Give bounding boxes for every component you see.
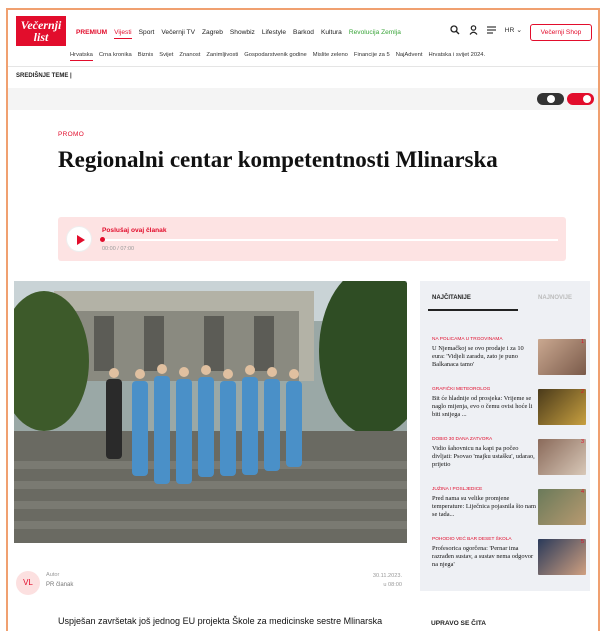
main-nav: PREMIUM Vijesti Sport Večernji TV Zagreb…	[76, 29, 401, 39]
article-date: 30.11.2023. u 08:00	[338, 572, 402, 590]
tab-underline	[428, 309, 518, 311]
subnav-item[interactable]: Hrvatska	[70, 52, 93, 61]
user-icon[interactable]	[469, 25, 478, 35]
author-label: Autor	[46, 572, 60, 578]
list-item[interactable]: NA POLICAMA U TRGOVINAMA U Njemačkoj se …	[432, 337, 590, 381]
mode-toggles	[537, 93, 594, 105]
subnav-item[interactable]: Gospodarstvenik godine	[244, 52, 307, 61]
list-item-thumbnail[interactable]	[538, 439, 586, 475]
subnav-item[interactable]: Crna kronika	[99, 52, 132, 61]
list-item-rank: 2	[580, 389, 584, 395]
list-item-title[interactable]: Profesorica ogorčena: 'Pernar ima razrađ…	[432, 545, 536, 569]
list-item-thumbnail[interactable]	[538, 539, 586, 575]
nav-item-sport[interactable]: Sport	[139, 29, 155, 39]
shop-button[interactable]: Večernji Shop	[530, 24, 592, 41]
list-item[interactable]: GRAFIČKI METEOROLOG Bit će hladnije od p…	[432, 387, 590, 431]
header-divider	[8, 66, 598, 67]
nav-item-showbiz[interactable]: Showbiz	[230, 29, 255, 39]
tab-najnovije[interactable]: NAJNOVIJE	[538, 295, 572, 301]
list-item-title[interactable]: Pred nama su velike promjene temperature…	[432, 495, 536, 519]
menu-icon[interactable]	[486, 26, 496, 34]
hero-image	[14, 281, 407, 543]
article-kicker: PROMO	[58, 131, 85, 138]
search-icon[interactable]	[449, 25, 460, 35]
nav-item-lifestyle[interactable]: Lifestyle	[262, 29, 286, 39]
list-item-rank: 5	[580, 539, 584, 545]
list-item-rank: 4	[580, 489, 584, 495]
list-item-rank: 1	[580, 339, 584, 345]
nav-premium[interactable]: PREMIUM	[76, 29, 107, 39]
nav-item-zagreb[interactable]: Zagreb	[202, 29, 223, 39]
audio-progress-track[interactable]	[102, 239, 558, 241]
subnav-item[interactable]: Biznis	[138, 52, 153, 61]
audio-label: Poslušaj ovaj članak	[102, 227, 167, 234]
author-type: PR članak	[46, 582, 74, 588]
sredisnje-teme-label[interactable]: SREDIŠNJE TEME |	[16, 73, 72, 79]
list-item-title[interactable]: Vidio šahovnicu na kapi pa počeo divljat…	[432, 445, 536, 469]
subnav-item[interactable]: NajAdvent	[396, 52, 423, 61]
nav-item-barkod[interactable]: Barkod	[293, 29, 314, 39]
list-item[interactable]: JUŽINA I POSLJEDICE Pred nama su velike …	[432, 487, 590, 531]
nav-item-vecernji-tv[interactable]: Večernji TV	[161, 29, 195, 39]
list-item-thumbnail[interactable]	[538, 489, 586, 525]
article-title: Regionalni centar kompetentnosti Mlinars…	[58, 147, 498, 172]
list-item[interactable]: DOBIO 30 DANA ZATVORA Vidio šahovnicu na…	[432, 437, 590, 481]
logo-line2: list	[33, 30, 49, 44]
upravo-se-cita-heading: UPRAVO SE ČITA	[431, 620, 487, 627]
tab-najcitanije[interactable]: NAJČITANIJE	[432, 295, 471, 301]
subnav-item[interactable]: Hrvatska i svijet 2024.	[428, 52, 485, 61]
subnav-item[interactable]: Financije za 5	[354, 52, 390, 61]
header-icons: HR ⌄	[449, 25, 522, 35]
audio-time: 00:00 / 07:00	[102, 246, 135, 252]
top-bar: Večernji list PREMIUM Vijesti Sport Veče…	[8, 10, 598, 50]
toolbar-band	[8, 88, 598, 110]
language-select[interactable]: HR ⌄	[505, 26, 522, 34]
list-item[interactable]: POHODIO VEĆ BAR DESET ŠKOLA Profesorica …	[432, 537, 590, 581]
list-item-title[interactable]: U Njemačkoj se ovo prodaje i za 10 eura:…	[432, 345, 536, 369]
audio-progress-handle[interactable]	[100, 237, 105, 242]
page-frame: Večernji list PREMIUM Vijesti Sport Veče…	[6, 8, 600, 631]
date-value: 30.11.2023.	[372, 573, 402, 579]
time-value: u 08:00	[383, 582, 402, 588]
subnav-item[interactable]: Znanost	[179, 52, 200, 61]
list-item-title[interactable]: Bit će hladnije od prosjeka: Vrijeme se …	[432, 395, 536, 419]
list-item-thumbnail[interactable]	[538, 389, 586, 425]
sub-nav: Hrvatska Crna kronika Biznis Svijet Znan…	[70, 52, 485, 61]
list-item-rank: 3	[580, 439, 584, 445]
article-lead: Uspješan završetak još jednog EU projekt…	[58, 616, 383, 626]
site-logo[interactable]: Večernji list	[16, 16, 66, 46]
nav-item-kultura[interactable]: Kultura	[321, 29, 342, 39]
dark-mode-toggle[interactable]	[537, 93, 564, 105]
sidebar: NAJČITANIJE NAJNOVIJE NA POLICAMA U TRGO…	[420, 281, 590, 591]
nav-item-revolucija-zemlja[interactable]: Revolucija Zemlja	[349, 29, 401, 39]
avatar[interactable]: VL	[16, 571, 40, 595]
nav-item-vijesti[interactable]: Vijesti	[114, 29, 132, 39]
audio-player: Poslušaj ovaj članak 00:00 / 07:00	[58, 217, 566, 261]
subnav-item[interactable]: Zanimljivosti	[206, 52, 238, 61]
subnav-item[interactable]: Mislite zeleno	[313, 52, 348, 61]
list-item-thumbnail[interactable]	[538, 339, 586, 375]
subnav-item[interactable]: Svijet	[159, 52, 173, 61]
notification-toggle[interactable]	[567, 93, 594, 105]
play-icon[interactable]	[66, 226, 92, 252]
sidebar-tabs: NAJČITANIJE NAJNOVIJE	[420, 281, 590, 317]
